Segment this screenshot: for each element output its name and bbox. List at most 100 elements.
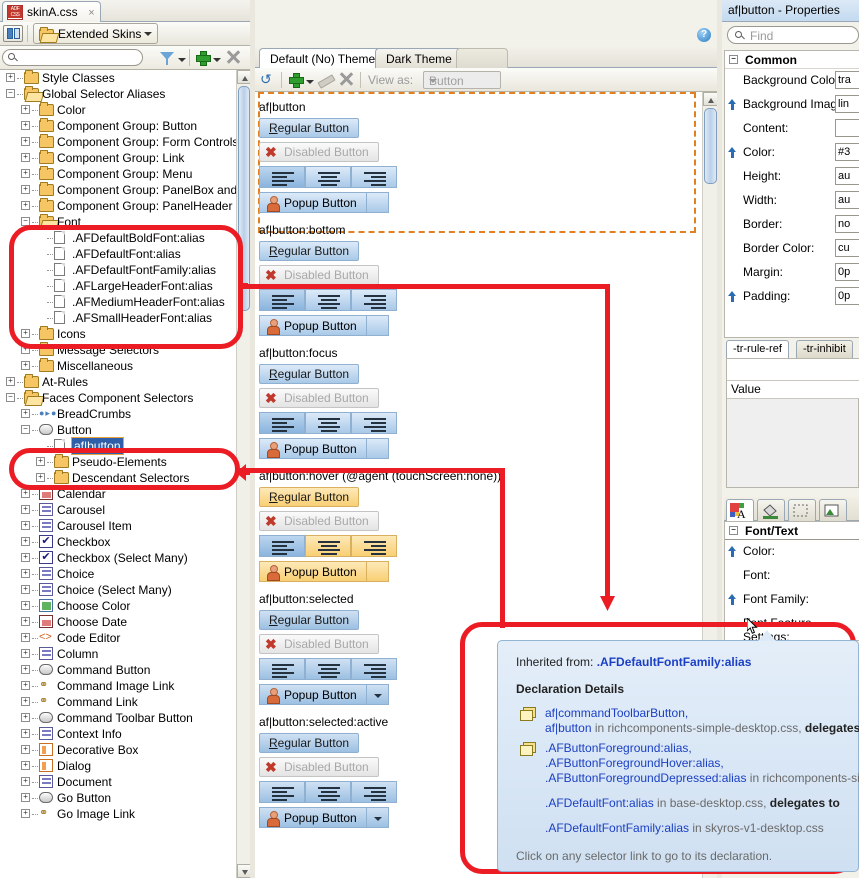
property-row-margin[interactable]: Margin: 0p bbox=[725, 261, 859, 285]
preview-regular-button[interactable]: Regular Button bbox=[259, 487, 360, 507]
tree-item-aflargeheaderfont-alias[interactable]: .AFLargeHeaderFont:alias bbox=[0, 278, 236, 294]
tree-item-af-button[interactable]: af|button bbox=[0, 437, 236, 455]
add-icon[interactable] bbox=[196, 51, 211, 66]
preview-align-left-button[interactable] bbox=[259, 289, 305, 311]
value-column-header[interactable]: Value bbox=[727, 381, 859, 399]
tree-item-afdefaultfont-alias[interactable]: .AFDefaultFont:alias bbox=[0, 246, 236, 262]
expand-icon[interactable]: + bbox=[21, 489, 30, 498]
filter-chevron-down-icon[interactable] bbox=[178, 58, 186, 62]
pencil-icon[interactable] bbox=[318, 73, 333, 87]
close-icon[interactable]: × bbox=[88, 5, 94, 22]
collapse-icon[interactable]: − bbox=[729, 55, 738, 64]
expand-icon[interactable]: + bbox=[21, 521, 30, 530]
add-chevron-down-icon[interactable] bbox=[306, 80, 314, 84]
tree-item-command-toolbar-button[interactable]: + Command Toolbar Button bbox=[0, 710, 236, 726]
add-chevron-down-icon[interactable] bbox=[213, 58, 221, 62]
font-text-properties[interactable]: − Font/Text Color: Font: Font Family: Font … bbox=[724, 521, 859, 644]
tab-tr-rule-ref[interactable]: -tr-rule-ref bbox=[726, 340, 789, 358]
expand-icon[interactable]: + bbox=[21, 169, 30, 178]
tree-item-faces-component-selectors[interactable]: − Faces Component Selectors bbox=[0, 390, 236, 406]
tab-font-text[interactable]: A bbox=[726, 499, 754, 521]
tooltip-link-button-foreground-hover[interactable]: .AFButtonForegroundHover:alias, bbox=[545, 756, 724, 770]
preview-align-center-button[interactable] bbox=[305, 535, 351, 557]
fonttext-row-font[interactable]: Font: bbox=[725, 564, 859, 588]
tree-item-calendar[interactable]: + Calendar bbox=[0, 486, 236, 502]
tree-item-component-group-menu[interactable]: + Component Group: Menu bbox=[0, 166, 236, 182]
tree-item-global-selector-aliases[interactable]: − Global Selector Aliases bbox=[0, 86, 236, 102]
property-row-background-image[interactable]: Background Image: lin bbox=[725, 93, 859, 117]
tree-item-carousel[interactable]: + Carousel bbox=[0, 502, 236, 518]
tree-item-at-rules[interactable]: + At-Rules bbox=[0, 374, 236, 390]
close-x-icon[interactable] bbox=[339, 72, 353, 86]
expand-icon[interactable]: + bbox=[21, 105, 30, 114]
tab-partial[interactable] bbox=[456, 48, 508, 68]
property-row-color[interactable]: Color: #3 bbox=[725, 141, 859, 165]
view-as-select[interactable]: Button bbox=[423, 71, 501, 89]
property-value-input[interactable]: au bbox=[835, 191, 859, 209]
preview-align-left-button[interactable] bbox=[259, 412, 305, 434]
property-row-border-color[interactable]: Border Color: cu bbox=[725, 237, 859, 261]
tree-item-component-group-link[interactable]: + Component Group: Link bbox=[0, 150, 236, 166]
collapse-icon[interactable]: − bbox=[729, 526, 738, 535]
preview-popup-dropdown-arrow[interactable] bbox=[366, 438, 389, 459]
property-row-content[interactable]: Content: bbox=[725, 117, 859, 141]
tree-item-afsmallheaderfont-alias[interactable]: .AFSmallHeaderFont:alias bbox=[0, 310, 236, 326]
property-row-height[interactable]: Height: au bbox=[725, 165, 859, 189]
preview-popup-button[interactable]: Popup Button bbox=[259, 438, 367, 459]
property-row-border[interactable]: Border: no bbox=[725, 213, 859, 237]
tooltip-link-af-button[interactable]: af|button bbox=[545, 721, 592, 735]
preview-popup-button[interactable]: Popup Button bbox=[259, 561, 367, 582]
property-value-input[interactable]: lin bbox=[835, 95, 859, 113]
tree-item-column[interactable]: + Column bbox=[0, 646, 236, 662]
tree-item-code-editor[interactable]: + <> Code Editor bbox=[0, 630, 236, 646]
scrollbar-thumb[interactable] bbox=[704, 108, 717, 184]
expand-icon[interactable]: + bbox=[6, 73, 15, 82]
refresh-icon[interactable]: ↺ bbox=[260, 71, 276, 87]
property-row-padding[interactable]: Padding: 0p bbox=[725, 285, 859, 309]
tree-item-font[interactable]: − Font bbox=[0, 214, 236, 230]
group-header-common[interactable]: − Common bbox=[725, 51, 859, 69]
tree-item-component-group-form-controls[interactable]: + Component Group: Form Controls bbox=[0, 134, 236, 150]
expand-icon[interactable]: + bbox=[21, 329, 30, 338]
expand-icon[interactable]: + bbox=[21, 505, 30, 514]
collapse-icon[interactable]: − bbox=[21, 217, 30, 226]
tree-item-go-button[interactable]: + Go Button bbox=[0, 790, 236, 806]
expand-icon[interactable]: + bbox=[21, 649, 30, 658]
tree-item-afdefaultfontfamily-alias[interactable]: .AFDefaultFontFamily:alias bbox=[0, 262, 236, 278]
tree-item-command-link[interactable]: + ⚭ Command Link bbox=[0, 694, 236, 710]
expand-icon[interactable]: + bbox=[21, 777, 30, 786]
fonttext-row-color[interactable]: Color: bbox=[725, 540, 859, 564]
tab-image[interactable] bbox=[819, 499, 847, 521]
tree-item-pseudo-elements[interactable]: + Pseudo-Elements bbox=[0, 454, 236, 470]
expand-icon[interactable]: + bbox=[21, 569, 30, 578]
preview-align-right-button[interactable] bbox=[351, 166, 397, 188]
tree-item-message-selectors[interactable]: + Message Selectors bbox=[0, 342, 236, 358]
property-value-input[interactable] bbox=[835, 119, 859, 137]
property-row-width[interactable]: Width: au bbox=[725, 189, 859, 213]
preview-align-right-button[interactable] bbox=[351, 535, 397, 557]
fonttext-row-font-family[interactable]: Font Family: bbox=[725, 588, 859, 612]
tooltip-link-command-toolbar-button[interactable]: af|commandToolbarButton, bbox=[545, 706, 688, 720]
collapse-icon[interactable]: − bbox=[21, 425, 30, 434]
property-value-input[interactable]: tra bbox=[835, 71, 859, 89]
tree-item-checkbox-select-many[interactable]: + ✔ Checkbox (Select Many) bbox=[0, 550, 236, 566]
extended-skins-dropdown[interactable]: Extended Skins bbox=[33, 23, 159, 44]
tree-scrollbar[interactable] bbox=[236, 70, 251, 878]
expand-icon[interactable]: + bbox=[21, 121, 30, 130]
expand-icon[interactable]: + bbox=[21, 409, 30, 418]
expand-icon[interactable]: + bbox=[21, 729, 30, 738]
expand-icon[interactable]: + bbox=[21, 185, 30, 194]
close-x-icon[interactable] bbox=[226, 50, 240, 64]
expand-icon[interactable]: + bbox=[21, 761, 30, 770]
scroll-up-arrow[interactable] bbox=[237, 70, 251, 84]
preview-popup-button[interactable]: Popup Button bbox=[259, 684, 367, 705]
selector-tree[interactable]: + Style Classes − Global Selector Aliases + C… bbox=[0, 70, 236, 878]
tooltip-link-default-font[interactable]: .AFDefaultFont:alias bbox=[545, 796, 654, 810]
tree-item-choice-select-many[interactable]: + Choice (Select Many) bbox=[0, 582, 236, 598]
expand-icon[interactable]: + bbox=[21, 537, 30, 546]
fonttext-row-font-feature-settings[interactable]: Font Feature Settings: bbox=[725, 612, 859, 644]
expand-icon[interactable]: + bbox=[21, 793, 30, 802]
expand-icon[interactable]: + bbox=[21, 617, 30, 626]
tree-item-color[interactable]: + Color bbox=[0, 102, 236, 118]
property-value-input[interactable]: #3 bbox=[835, 143, 859, 161]
